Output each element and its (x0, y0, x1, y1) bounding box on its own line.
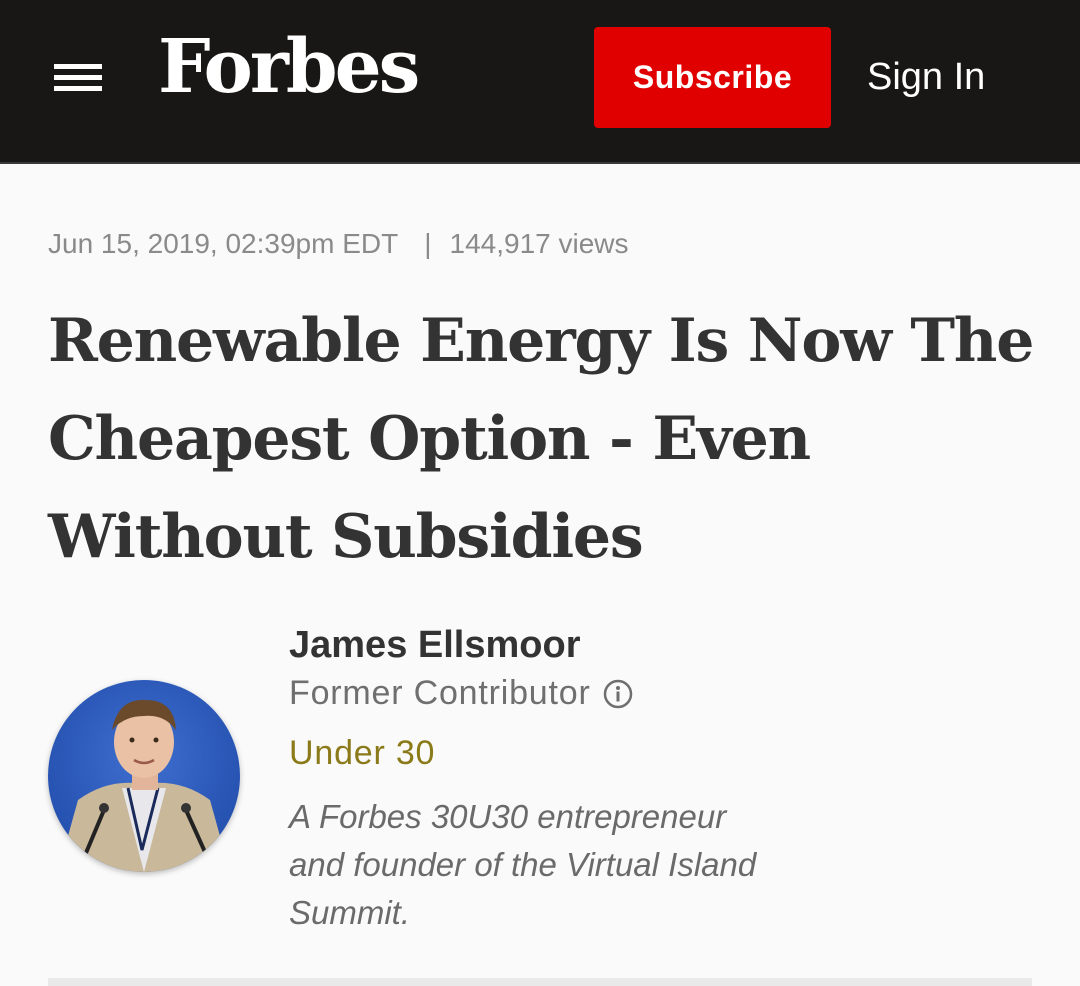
author-name[interactable]: James Ellsmoor (289, 624, 580, 667)
author-avatar[interactable] (48, 680, 240, 872)
subscribe-button[interactable]: Subscribe (594, 27, 831, 128)
top-nav-bar: Forbes Subscribe Sign In (0, 0, 1080, 164)
sign-in-link[interactable]: Sign In (867, 58, 985, 96)
menu-icon[interactable] (54, 64, 102, 92)
info-icon[interactable] (603, 679, 633, 709)
author-role-label: Former Contributor (289, 674, 591, 712)
view-count: 144,917 views (449, 228, 629, 259)
author-role: Former Contributor (289, 674, 633, 713)
article-headline: Renewable Energy Is Now The Cheapest Opt… (48, 306, 1034, 572)
publish-date: Jun 15, 2019, 02:39pm EDT (48, 228, 399, 259)
meta-separator: | (424, 228, 432, 259)
section-divider (48, 978, 1032, 986)
forbes-logo[interactable]: Forbes (158, 30, 420, 104)
under-30-badge[interactable]: Under 30 (289, 734, 435, 773)
author-bio: A Forbes 30U30 entrepreneur and founder … (289, 798, 757, 931)
article-meta: Jun 15, 2019, 02:39pm EDT | 144,917 views (48, 228, 629, 260)
